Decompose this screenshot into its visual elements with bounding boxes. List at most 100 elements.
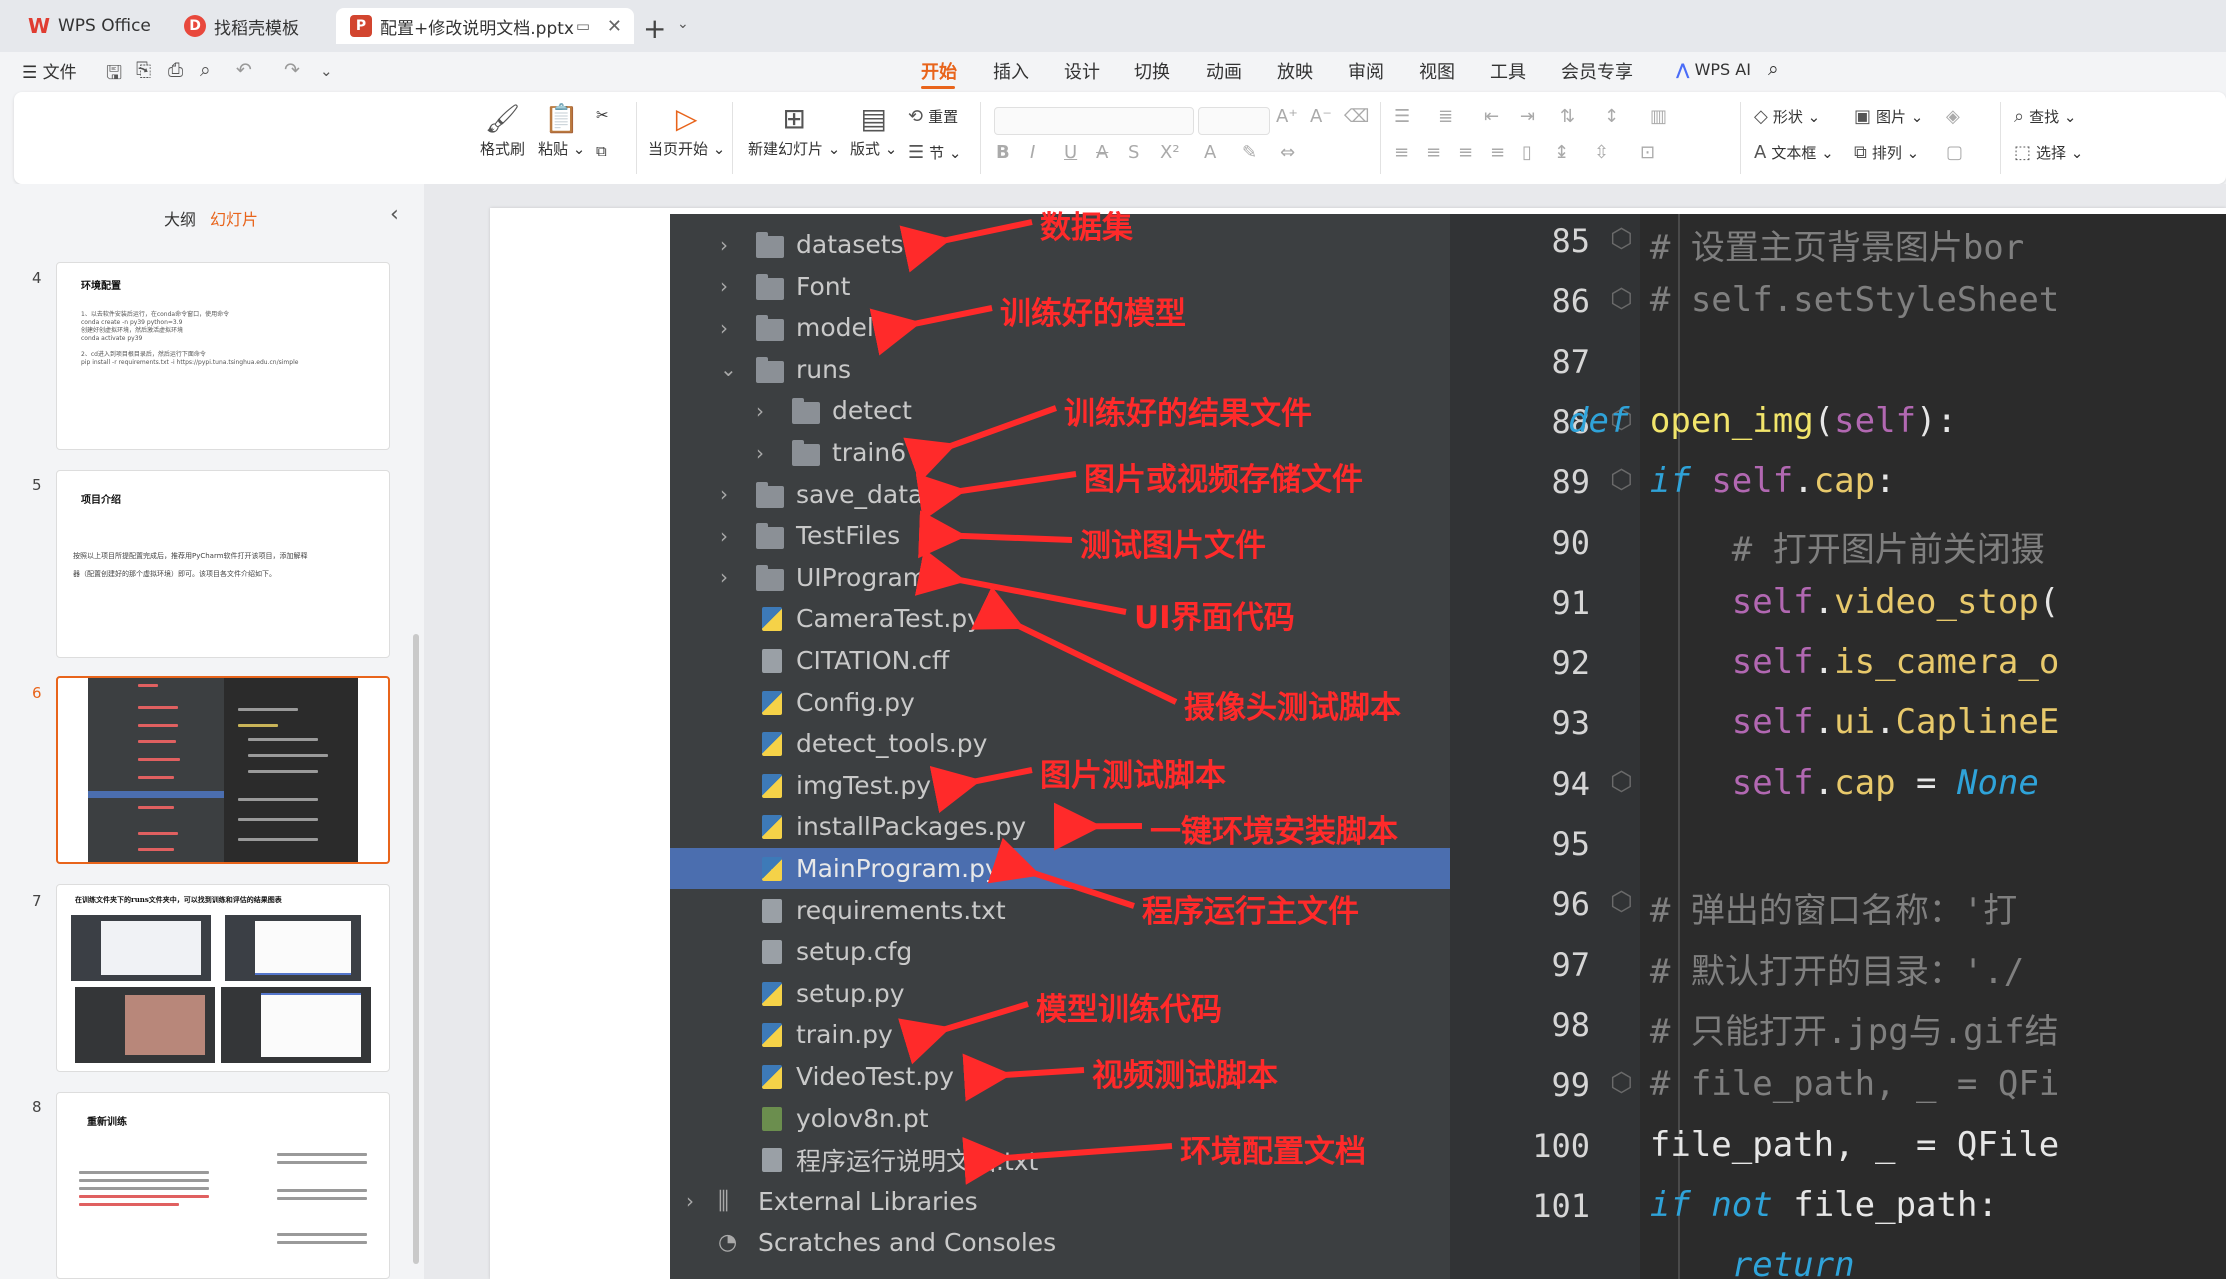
bullets-icon[interactable]: ☰ — [1394, 106, 1410, 127]
ribbon-tab-design[interactable]: 设计 — [1064, 58, 1100, 84]
chevron-right-icon[interactable]: › — [720, 316, 728, 340]
font-size-select[interactable] — [1198, 107, 1270, 135]
line-spacing-icon[interactable]: ↨ — [1554, 142, 1569, 163]
format-painter-button[interactable]: 🖌 格式刷 — [480, 100, 525, 159]
tree-item-citation-cff[interactable]: CITATION.cff — [670, 640, 1450, 681]
ribbon-tab-member[interactable]: 会员专享 — [1561, 58, 1633, 84]
numbering-icon[interactable]: ≣ — [1438, 106, 1453, 127]
ribbon-tab-transition[interactable]: 切换 — [1134, 58, 1170, 84]
tab-slides[interactable]: 幻灯片 — [210, 206, 258, 230]
fill-icon[interactable]: ◈ — [1946, 106, 1960, 127]
monitor-icon[interactable]: ▭ — [576, 17, 590, 35]
decrease-indent-icon[interactable]: ⇤ — [1484, 106, 1499, 127]
bold-icon[interactable]: B — [996, 142, 1010, 163]
font-family-select[interactable] — [994, 107, 1194, 135]
reset-button[interactable]: ⟲ 重置 — [908, 106, 958, 127]
save-icon[interactable]: 🖫 — [106, 59, 122, 91]
picture-button[interactable]: ▣ 图片 ⌄ — [1854, 106, 1923, 127]
chevron-right-icon[interactable]: › — [686, 1189, 694, 1213]
find-button[interactable]: ⌕ 查找 ⌄ — [2014, 106, 2076, 127]
tree-item-mainprogram-py[interactable]: MainProgram.py — [670, 848, 1450, 889]
chevron-right-icon[interactable]: › — [720, 524, 728, 548]
section-button[interactable]: ☰ 节 ⌄ — [908, 142, 962, 163]
increase-indent-icon[interactable]: ⇥ — [1520, 106, 1535, 127]
chevron-right-icon[interactable]: › — [720, 482, 728, 506]
text-direction-icon[interactable]: ⇅ — [1560, 106, 1575, 127]
text-align-icon[interactable]: ⊡ — [1640, 142, 1655, 163]
slide-thumbnail-5[interactable]: 项目介绍 按照以上项目所提配置完成后，推荐用PyCharm软件打开该项目，添加解… — [56, 470, 390, 658]
ribbon-tab-view[interactable]: 视图 — [1419, 58, 1455, 84]
redo-icon[interactable]: ↷ — [284, 59, 300, 81]
chevron-down-icon[interactable]: ⌄ — [677, 16, 689, 32]
chevron-right-icon[interactable]: › — [720, 565, 728, 589]
paste-button[interactable]: 📋 粘贴 ⌄ — [538, 100, 585, 159]
slide-thumbnail-8[interactable]: 重新训练 — [56, 1092, 390, 1279]
wps-ai-button[interactable]: ⋀ WPS AI — [1676, 60, 1751, 79]
shape-button[interactable]: ◇ 形状 ⌄ — [1754, 106, 1820, 127]
share-icon[interactable]: ⎘ — [136, 59, 151, 81]
ribbon-tab-animation[interactable]: 动画 — [1206, 58, 1242, 84]
ribbon-tab-home[interactable]: 开始 — [921, 58, 957, 84]
chevron-right-icon[interactable]: › — [756, 399, 764, 423]
clear-format-icon[interactable]: ⌫ — [1344, 106, 1369, 127]
ribbon-tab-slideshow[interactable]: 放映 — [1277, 58, 1313, 84]
print-icon[interactable]: ⎙ — [168, 59, 183, 81]
shadow-icon[interactable]: S — [1128, 142, 1139, 163]
align-left-icon[interactable]: ≡ — [1394, 142, 1409, 163]
chevron-right-icon[interactable]: › — [756, 441, 764, 465]
increase-font-icon[interactable]: A⁺ — [1276, 106, 1298, 127]
arrange-button[interactable]: ⧉ 排列 ⌄ — [1854, 142, 1919, 163]
underline-icon[interactable]: U — [1064, 142, 1077, 163]
tree-item-external-libraries[interactable]: › ⫼ External Libraries — [670, 1181, 1450, 1222]
slide-thumbnail-7[interactable]: 在训练文件夹下的runs文件夹中，可以找到训练和评估的结果图表 — [56, 884, 390, 1072]
tree-item-uiprogram[interactable]: › UIProgram — [670, 557, 1450, 598]
italic-icon[interactable]: I — [1030, 142, 1035, 163]
search-icon[interactable]: ⌕ — [1768, 58, 1779, 80]
cut-icon[interactable]: ✂ — [596, 106, 609, 124]
tab-wps-office[interactable]: W WPS Office — [14, 8, 164, 44]
file-menu-button[interactable]: ☰ 文件 — [22, 58, 77, 83]
distribute-icon[interactable]: ▯ — [1522, 142, 1532, 163]
textbox-button[interactable]: A 文本框 ⌄ — [1754, 142, 1834, 163]
new-tab-button[interactable]: + — [643, 12, 666, 45]
select-button[interactable]: ⬚ 选择 ⌄ — [2014, 142, 2083, 163]
panel-scrollbar[interactable] — [413, 634, 419, 1264]
more-chevron-icon[interactable]: ⌄ — [320, 62, 333, 80]
tab-docer-templates[interactable]: D 找稻壳模板 — [170, 8, 330, 44]
tree-item-detect[interactable]: › detect — [670, 390, 1450, 431]
strikethrough-icon[interactable]: A — [1096, 142, 1108, 163]
tree-item-testfiles[interactable]: › TestFiles — [670, 515, 1450, 556]
slide-thumbnail-6[interactable] — [56, 676, 390, 864]
ribbon-tab-tools[interactable]: 工具 — [1490, 58, 1526, 84]
columns-icon[interactable]: ▥ — [1650, 106, 1667, 127]
chevron-right-icon[interactable]: › — [720, 233, 728, 257]
tab-pptx-document[interactable]: P 配置+修改说明文档.pptx ▭ ✕ — [336, 8, 634, 44]
tree-item-cameratest-py[interactable]: CameraTest.py — [670, 598, 1450, 639]
slide-thumbnail-4[interactable]: 环境配置 1、以去软件安装后运行，在conda命令窗口，使用命令 conda c… — [56, 262, 390, 450]
ribbon-tab-insert[interactable]: 插入 — [993, 58, 1029, 84]
paragraph-spacing-icon[interactable]: ⇳ — [1594, 142, 1609, 163]
copy-icon[interactable]: ⧉ — [596, 142, 607, 160]
close-tab-icon[interactable]: ✕ — [607, 16, 622, 37]
tree-item-runs[interactable]: ⌄ runs — [670, 349, 1450, 390]
print-preview-icon[interactable]: ⌕ — [200, 59, 211, 81]
align-right-icon[interactable]: ≡ — [1458, 142, 1473, 163]
collapse-panel-icon[interactable]: ‹ — [390, 202, 399, 227]
font-color-icon[interactable]: A — [1204, 142, 1216, 163]
tree-item-videotest-py[interactable]: VideoTest.py — [670, 1056, 1450, 1097]
ribbon-tab-review[interactable]: 审阅 — [1348, 58, 1384, 84]
tree-item-setup-cfg[interactable]: setup.cfg — [670, 931, 1450, 972]
sort-icon[interactable]: ↕ — [1604, 106, 1619, 127]
new-slide-button[interactable]: ⊞ 新建幻灯片 ⌄ — [748, 100, 840, 159]
chevron-right-icon[interactable]: › — [720, 274, 728, 298]
outline-icon[interactable]: ▢ — [1946, 142, 1963, 163]
decrease-font-icon[interactable]: A⁻ — [1310, 106, 1332, 127]
chevron-down-icon[interactable]: ⌄ — [720, 357, 737, 381]
highlight-icon[interactable]: ✎ — [1242, 142, 1257, 163]
align-center-icon[interactable]: ≡ — [1426, 142, 1441, 163]
tree-item-scratches-and-consoles[interactable]: ◔ Scratches and Consoles — [670, 1222, 1450, 1263]
undo-icon[interactable]: ↶ — [236, 59, 252, 81]
tab-outline[interactable]: 大纲 — [164, 206, 196, 230]
justify-icon[interactable]: ≡ — [1490, 142, 1505, 163]
superscript-icon[interactable]: X² — [1160, 142, 1180, 163]
